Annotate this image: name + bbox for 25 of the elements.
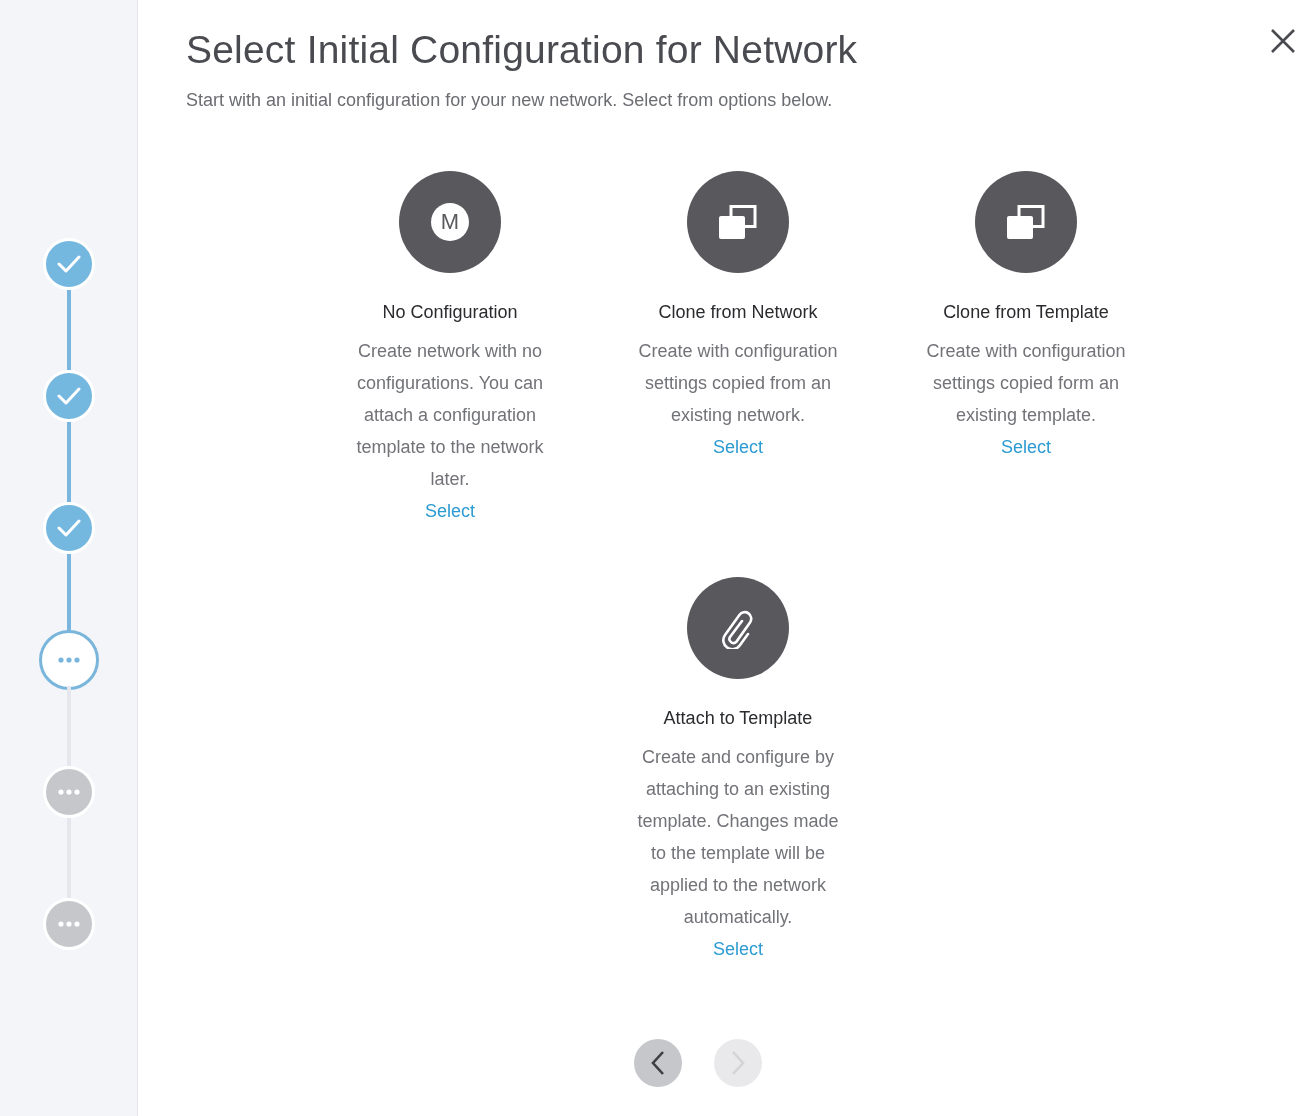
select-link[interactable]: Select [713,431,763,463]
select-link[interactable]: Select [1001,431,1051,463]
option-description: Create and configure by attaching to an existing template. Changes made to the template will be applied to the network automatically. [636,746,840,929]
page-subtitle: Start with an initial configuration for your new network. Select from options below. [186,90,834,111]
ellipsis-icon [57,921,80,927]
option-title: Attach to Template [663,708,813,729]
select-link[interactable]: Select [713,933,763,965]
check-icon [56,519,81,537]
ellipsis-icon [57,657,80,663]
option-title: No Configuration [382,302,518,323]
select-link[interactable]: Select [425,495,475,527]
page-title: Select Initial Configuration for Network [186,28,858,72]
check-icon [56,387,81,405]
letter-icon: M [431,203,469,241]
ellipsis-icon [57,789,80,795]
option-description: Create with configuration settings copied from an existing network. [637,340,839,427]
overlapping-windows-icon [719,205,757,239]
option-description: Create network with no configurations. You can attach a configuration template to the network later. [355,340,545,491]
overlapping-windows-icon [1007,205,1045,239]
option-description: Create with configuration settings copied form an existing template. [925,340,1127,427]
check-icon [56,255,81,273]
option-title: Clone from Template [943,302,1109,323]
chevron-left-icon [650,1050,666,1076]
previous-button[interactable] [634,1039,682,1087]
option-title: Clone from Network [658,302,818,323]
